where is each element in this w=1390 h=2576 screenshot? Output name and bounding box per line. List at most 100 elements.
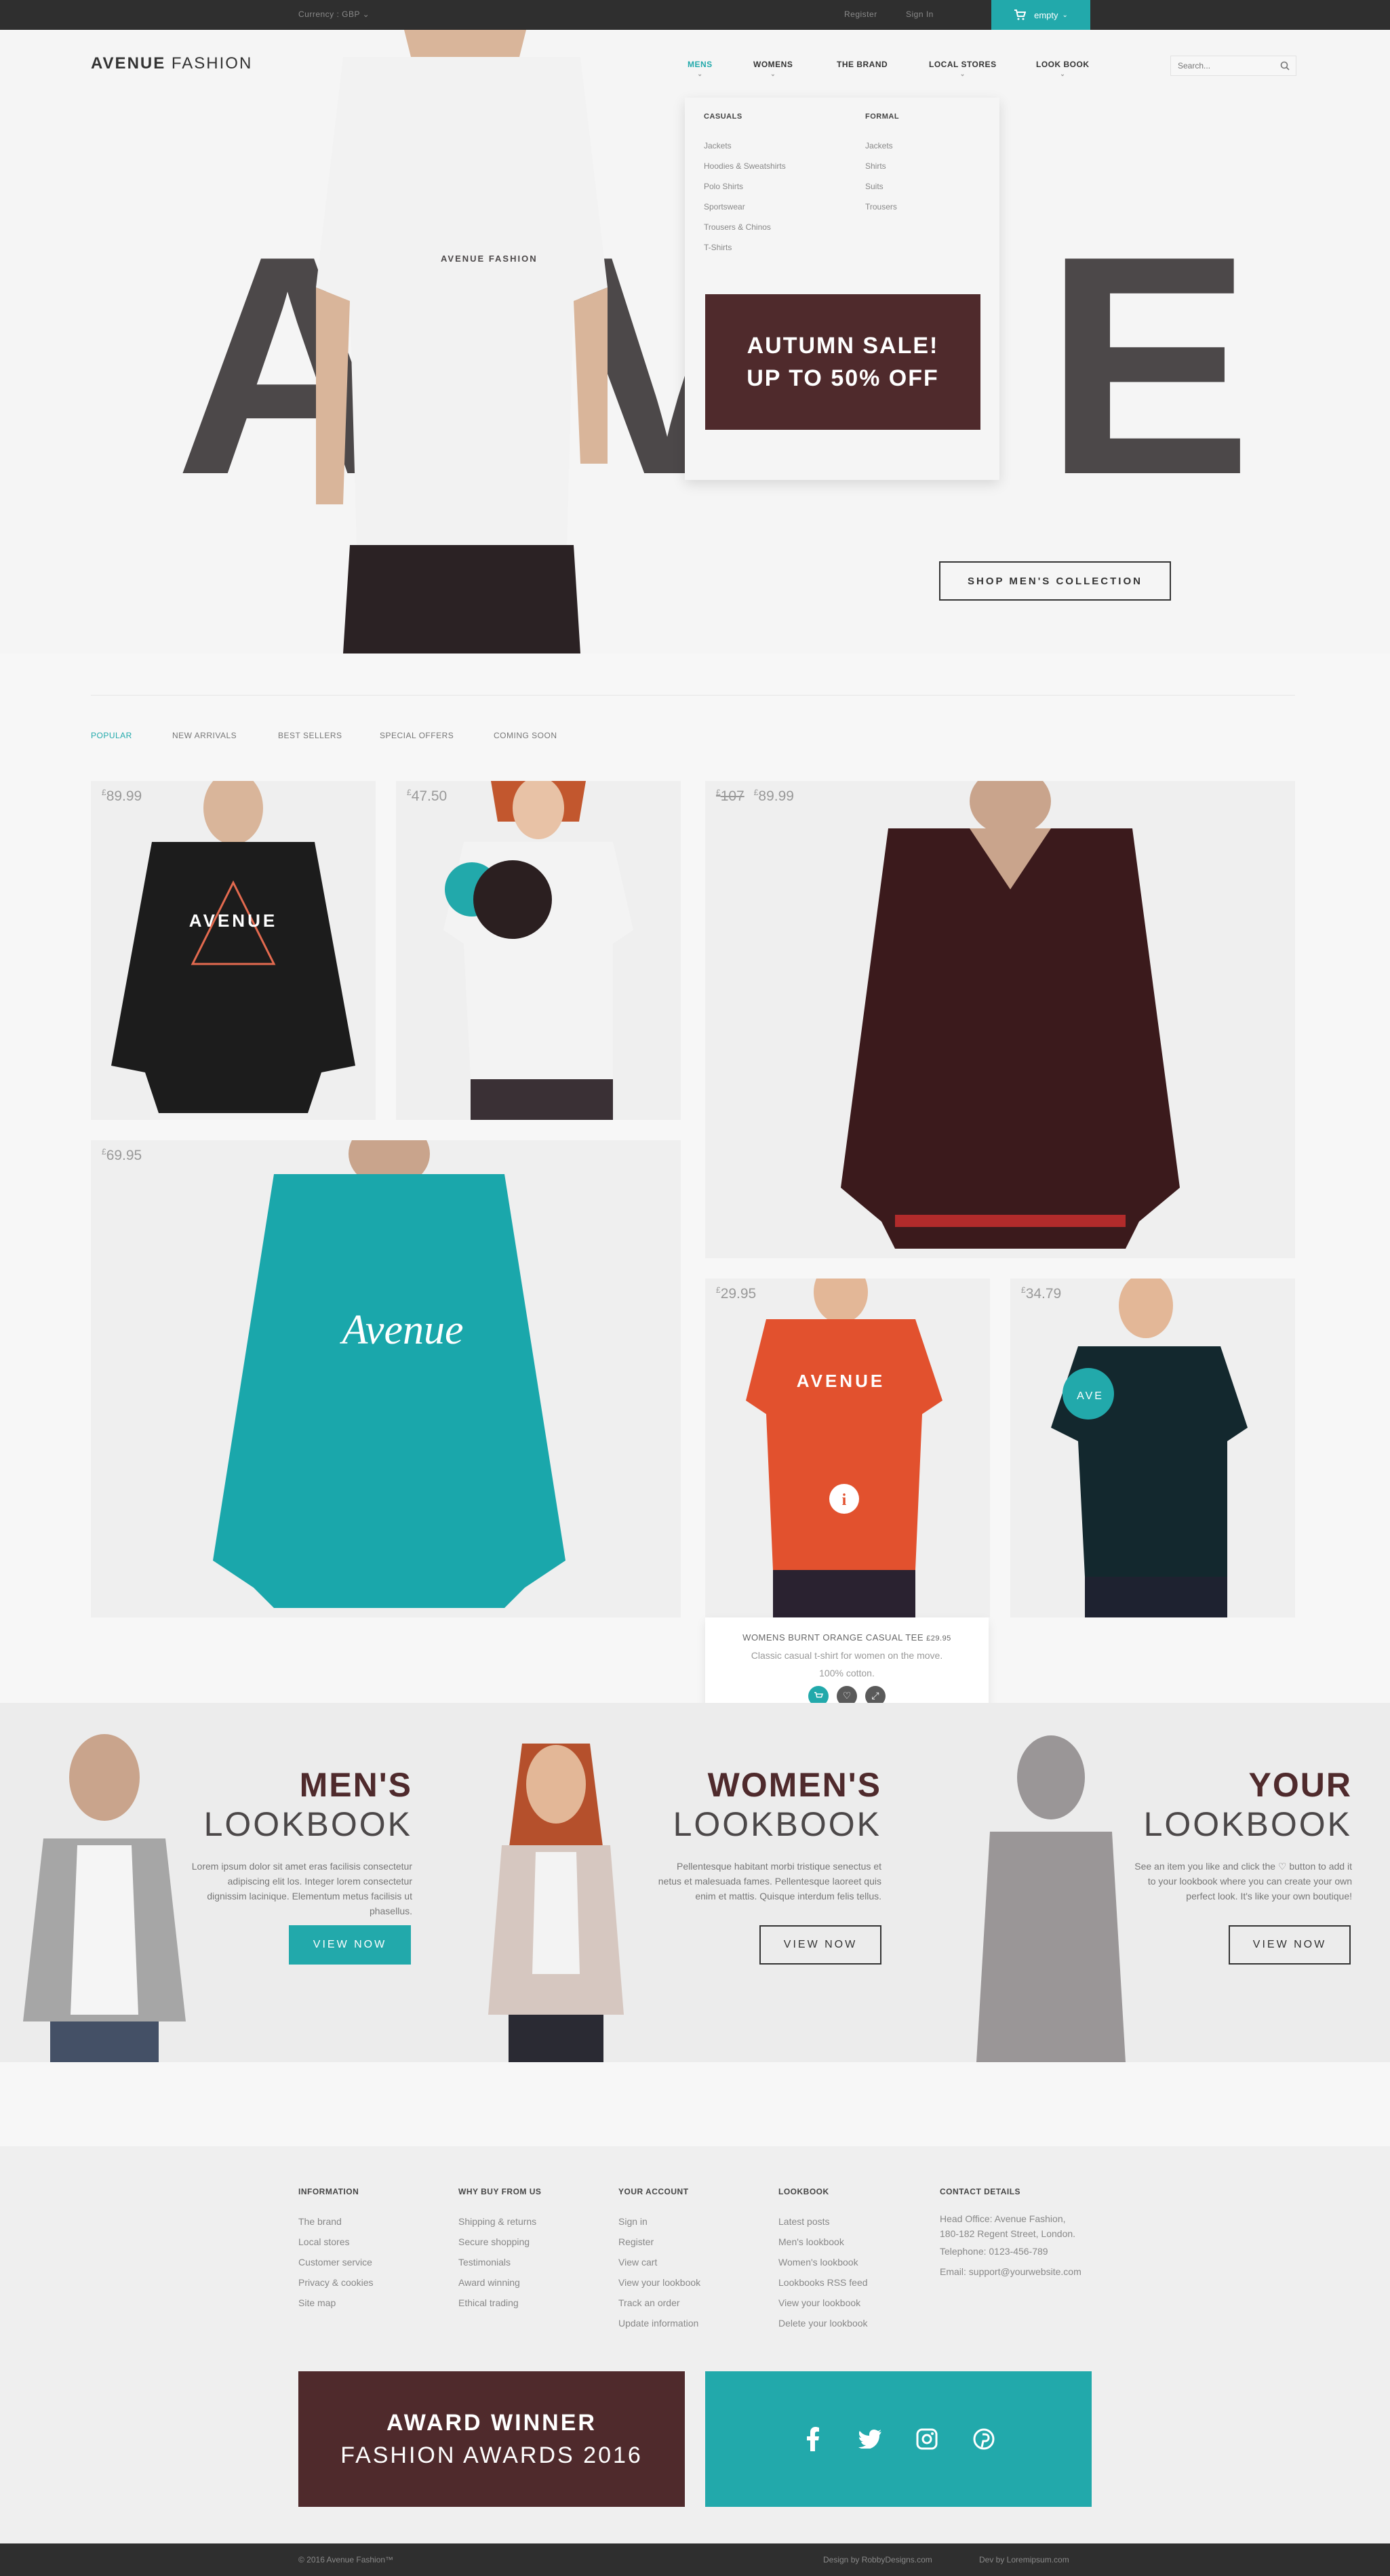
nav-label: WOMENS [753, 60, 793, 69]
contact-address-line: Head Office: Avenue Fashion, [940, 2213, 1066, 2224]
footer-column-information: INFORMATION The brand Local stores Custo… [298, 2187, 373, 2313]
product-image-teal-henley: Avenue [213, 1140, 565, 1608]
tab-special-offers[interactable]: SPECIAL OFFERS [380, 731, 454, 740]
footer-link[interactable]: Testimonials [458, 2252, 541, 2272]
pinterest-icon[interactable] [964, 2419, 1004, 2459]
sign-in-link[interactable]: Sign In [906, 9, 934, 19]
footer-link[interactable]: Customer service [298, 2252, 373, 2272]
footer-link[interactable]: The brand [298, 2211, 373, 2232]
footer-column-contact: CONTACT DETAILS Head Office: Avenue Fash… [940, 2187, 1081, 2282]
mega-menu-item[interactable]: Jackets [865, 136, 897, 156]
footer-link[interactable]: Lookbooks RSS feed [778, 2272, 868, 2293]
autumn-sale-banner[interactable]: AUTUMN SALE! UP TO 50% OFF [705, 294, 980, 430]
mega-menu-item[interactable]: Trousers [865, 197, 897, 217]
hero-shirt-print: AVENUE FASHION [441, 254, 538, 264]
nav-mens[interactable]: MENS ⌄ [688, 60, 713, 78]
cart-button[interactable]: empty ⌄ [991, 0, 1090, 30]
shirt-print-text: AVE [1077, 1390, 1104, 1402]
mega-menu-item[interactable]: Sportswear [704, 197, 786, 217]
footer-column-your-account: YOUR ACCOUNT Sign in Register View cart … [618, 2187, 700, 2333]
currency-selector[interactable]: Currency : GBP ⌄ [298, 9, 370, 19]
footer-link[interactable]: Shipping & returns [458, 2211, 541, 2232]
chevron-down-icon: ⌄ [1060, 71, 1066, 77]
footer-heading: YOUR ACCOUNT [618, 2187, 689, 2196]
cart-icon [1014, 9, 1027, 20]
mens-lookbook-view-button[interactable]: VIEW NOW [289, 1925, 411, 1965]
chevron-down-icon: ⌄ [770, 71, 776, 77]
nav-label: LOCAL STORES [929, 60, 997, 69]
footer-link[interactable]: Ethical trading [458, 2293, 541, 2313]
mega-menu-item[interactable]: Shirts [865, 156, 897, 176]
footer-link[interactable]: Update information [618, 2313, 700, 2333]
mega-menu-item[interactable]: Suits [865, 176, 897, 197]
footer-link[interactable]: View cart [618, 2252, 700, 2272]
footer-link[interactable]: Site map [298, 2293, 373, 2313]
mega-menu-item[interactable]: Jackets [704, 136, 786, 156]
search-icon[interactable] [1277, 58, 1292, 73]
lookbook-title: WOMEN'S [707, 1766, 881, 1804]
footer-link[interactable]: Women's lookbook [778, 2252, 868, 2272]
cart-status: empty [1034, 9, 1058, 20]
tab-popular[interactable]: POPULAR [91, 731, 132, 740]
logo-light: FASHION [171, 54, 253, 73]
your-lookbook-view-button[interactable]: VIEW NOW [1229, 1925, 1351, 1965]
mega-menu-item[interactable]: Trousers & Chinos [704, 217, 786, 237]
lookbook-description: Pellentesque habitant morbi tristique se… [658, 1861, 881, 1901]
bottom-bar: © 2016 Avenue Fashion™ Design by RobbyDe… [0, 2543, 1390, 2576]
tab-coming-soon[interactable]: COMING SOON [494, 731, 557, 740]
chevron-down-icon: ⌄ [959, 71, 966, 77]
dev-credit-link[interactable]: Dev by Loremipsum.com [979, 2555, 1069, 2564]
tab-new-arrivals[interactable]: NEW ARRIVALS [172, 731, 237, 740]
nav-womens[interactable]: WOMENS ⌄ [753, 60, 793, 78]
nav-local-stores[interactable]: LOCAL STORES ⌄ [929, 60, 997, 78]
nav-label: MENS [688, 60, 713, 69]
footer-link[interactable]: Privacy & cookies [298, 2272, 373, 2293]
award-subtitle: FASHION AWARDS 2016 [340, 2442, 643, 2468]
footer-link[interactable]: Award winning [458, 2272, 541, 2293]
mega-menu-item[interactable]: Polo Shirts [704, 176, 786, 197]
product-price: £69.95 [102, 1147, 142, 1163]
product-card[interactable]: £69.95 Avenue [91, 1140, 681, 1617]
mega-menu-item[interactable]: T-Shirts [704, 237, 786, 258]
nav-the-brand[interactable]: THE BRAND [837, 60, 888, 69]
footer-heading: WHY BUY FROM US [458, 2187, 542, 2196]
chevron-down-icon: ⌄ [362, 9, 370, 19]
nav-look-book[interactable]: LOOK BOOK ⌄ [1036, 60, 1090, 78]
womens-lookbook-view-button[interactable]: VIEW NOW [759, 1925, 881, 1965]
design-credit-link[interactable]: Design by RobbyDesigns.com [823, 2555, 932, 2564]
chevron-down-icon: ⌄ [697, 71, 703, 77]
footer-link[interactable]: Men's lookbook [778, 2232, 868, 2252]
product-card[interactable]: £89.99 AVENUE [91, 781, 376, 1120]
shop-mens-collection-button[interactable]: SHOP MEN'S COLLECTION [939, 561, 1171, 601]
twitter-icon[interactable] [850, 2419, 890, 2459]
tab-best-sellers[interactable]: BEST SELLERS [278, 731, 342, 740]
currency-label: Currency : GBP [298, 9, 360, 19]
mega-menu-heading-casuals: CASUALS [704, 113, 742, 121]
footer-link[interactable]: Register [618, 2232, 700, 2252]
product-card[interactable]: £107 £89.99 [705, 781, 1295, 1258]
product-card[interactable]: £34.79 AVE [1010, 1279, 1295, 1617]
mega-menu-item[interactable]: Hoodies & Sweatshirts [704, 156, 786, 176]
footer-link[interactable]: Sign in [618, 2211, 700, 2232]
footer-link[interactable]: Latest posts [778, 2211, 868, 2232]
facebook-icon[interactable] [793, 2419, 833, 2459]
shirt-print-text: AVENUE [189, 910, 277, 931]
mega-menu-casuals-list: Jackets Hoodies & Sweatshirts Polo Shirt… [704, 136, 786, 258]
copyright-text: © 2016 Avenue Fashion™ [298, 2555, 394, 2564]
product-image-navy-ave-tee: AVE [1051, 1279, 1248, 1617]
footer-link[interactable]: View your lookbook [778, 2293, 868, 2313]
nav-label: LOOK BOOK [1036, 60, 1090, 69]
register-link[interactable]: Register [844, 9, 877, 19]
footer-link[interactable]: Local stores [298, 2232, 373, 2252]
mens-lookbook-block: MEN'S LOOKBOOK Lorem ipsum dolor sit ame… [188, 1765, 412, 1918]
footer-link[interactable]: View your lookbook [618, 2272, 700, 2293]
hero-banner: A V E AVENUE FASHION CASUALS Jackets Hoo… [0, 30, 1390, 653]
product-card[interactable]: £47.50 [396, 781, 681, 1120]
footer-link[interactable]: Track an order [618, 2293, 700, 2313]
contact-email[interactable]: Email: support@yourwebsite.com [940, 2261, 1081, 2282]
footer-link[interactable]: Delete your lookbook [778, 2313, 868, 2333]
instagram-icon[interactable] [907, 2419, 947, 2459]
product-card-active[interactable]: £29.95 AVENUE i [705, 1279, 990, 1617]
site-logo[interactable]: AVENUE FASHION [91, 54, 252, 73]
footer-link[interactable]: Secure shopping [458, 2232, 541, 2252]
